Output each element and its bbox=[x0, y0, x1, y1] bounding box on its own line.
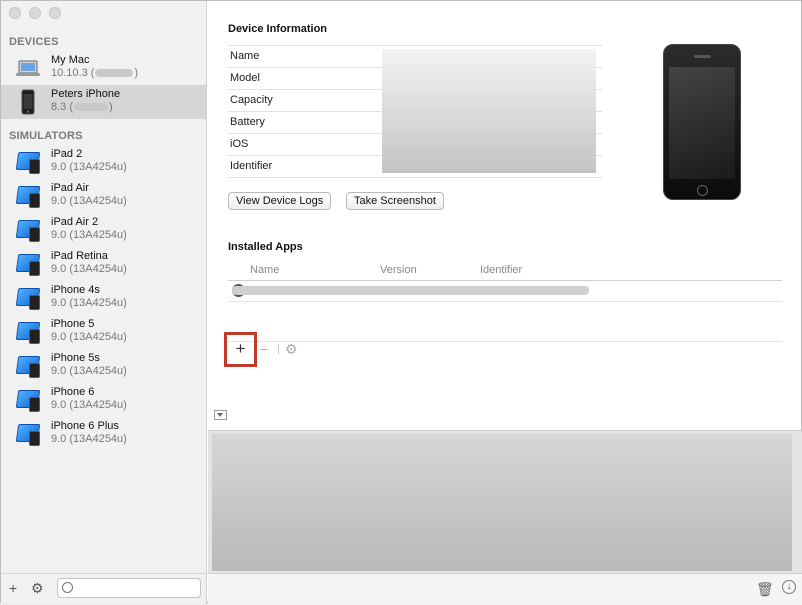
simulator-name: iPad 2 bbox=[51, 148, 83, 160]
simulator-icon bbox=[15, 149, 41, 175]
minimize-window-button[interactable] bbox=[29, 7, 41, 19]
devices-window: DEVICES My Mac 10.10.3 () Peters iPhone … bbox=[0, 0, 802, 605]
remove-app-button[interactable]: − bbox=[260, 341, 268, 357]
info-label: Battery bbox=[230, 116, 265, 128]
filter-icon bbox=[62, 582, 73, 593]
simulator-name: iPhone 4s bbox=[51, 284, 100, 296]
sidebar-item-peters-iphone[interactable]: Peters iPhone 8.3 () bbox=[1, 85, 206, 119]
redacted-info-values bbox=[382, 49, 596, 173]
simulator-icon bbox=[15, 251, 41, 277]
simulator-name: iPhone 6 Plus bbox=[51, 420, 119, 432]
sidebar-footer: + ⚙ bbox=[1, 573, 206, 604]
sidebar-item-simulator[interactable]: iPad 2 9.0 (13A4254u) bbox=[1, 145, 206, 179]
sidebar: DEVICES My Mac 10.10.3 () Peters iPhone … bbox=[1, 1, 207, 604]
simulator-icon bbox=[15, 319, 41, 345]
window-controls bbox=[9, 7, 61, 19]
column-header-version[interactable]: Version bbox=[380, 264, 417, 276]
sidebar-item-simulator[interactable]: iPhone 6 Plus 9.0 (13A4254u) bbox=[1, 417, 206, 451]
simulator-name: iPad Air bbox=[51, 182, 89, 194]
device-name: My Mac bbox=[51, 54, 90, 66]
trash-icon[interactable]: 🗑 bbox=[756, 581, 774, 598]
sidebar-item-simulator[interactable]: iPhone 4s 9.0 (13A4254u) bbox=[1, 281, 206, 315]
info-label: Capacity bbox=[230, 94, 273, 106]
sidebar-item-simulator[interactable]: iPad Retina 9.0 (13A4254u) bbox=[1, 247, 206, 281]
simulator-version: 9.0 (13A4254u) bbox=[51, 195, 127, 207]
filter-input[interactable] bbox=[57, 578, 201, 598]
info-label: iOS bbox=[230, 138, 249, 150]
simulator-version: 9.0 (13A4254u) bbox=[51, 263, 127, 275]
sidebar-item-simulator[interactable]: iPad Air 9.0 (13A4254u) bbox=[1, 179, 206, 213]
device-version: 8.3 () bbox=[51, 101, 113, 113]
plus-icon: + bbox=[235, 339, 246, 358]
simulator-icon bbox=[15, 217, 41, 243]
simulator-version: 9.0 (13A4254u) bbox=[51, 229, 127, 241]
simulator-version: 9.0 (13A4254u) bbox=[51, 331, 127, 343]
sidebar-item-simulator[interactable]: iPhone 6 9.0 (13A4254u) bbox=[1, 383, 206, 417]
add-device-button[interactable]: + bbox=[9, 580, 17, 596]
info-label: Identifier bbox=[230, 160, 273, 172]
sidebar-item-simulator[interactable]: iPad Air 2 9.0 (13A4254u) bbox=[1, 213, 206, 247]
sidebar-item-my-mac[interactable]: My Mac 10.10.3 () bbox=[1, 51, 206, 85]
simulator-version: 9.0 (13A4254u) bbox=[51, 365, 127, 377]
simulator-name: iPhone 5s bbox=[51, 352, 100, 364]
toggle-console-button[interactable] bbox=[214, 410, 227, 420]
devices-section-title: DEVICES bbox=[9, 36, 59, 48]
close-window-button[interactable] bbox=[9, 7, 21, 19]
sidebar-item-simulator[interactable]: iPhone 5s 9.0 (13A4254u) bbox=[1, 349, 206, 383]
device-version: 10.10.3 () bbox=[51, 67, 139, 79]
installed-apps-title: Installed Apps bbox=[228, 241, 303, 253]
iphone-icon bbox=[15, 89, 41, 115]
simulator-name: iPhone 5 bbox=[51, 318, 95, 330]
info-label: Model bbox=[230, 72, 260, 84]
simulator-version: 9.0 (13A4254u) bbox=[51, 161, 127, 173]
take-screenshot-button[interactable]: Take Screenshot bbox=[346, 192, 444, 210]
device-information-title: Device Information bbox=[228, 23, 328, 35]
redacted-app-row[interactable] bbox=[232, 286, 589, 295]
download-icon[interactable]: ↓ bbox=[782, 580, 796, 594]
simulator-version: 9.0 (13A4254u) bbox=[51, 433, 127, 445]
simulator-version: 9.0 (13A4254u) bbox=[51, 399, 127, 411]
device-console bbox=[208, 430, 802, 573]
zoom-window-button[interactable] bbox=[49, 7, 61, 19]
device-name: Peters iPhone bbox=[51, 88, 121, 100]
iphone-image bbox=[663, 44, 741, 200]
simulator-name: iPad Air 2 bbox=[51, 216, 99, 228]
gear-icon[interactable]: ⚙ bbox=[31, 580, 44, 596]
device-detail-pane: Device Information Name Model Capacity B… bbox=[208, 1, 802, 605]
simulator-icon bbox=[15, 421, 41, 447]
console-toolbar: 🗑 ↓ bbox=[208, 573, 802, 605]
simulator-icon bbox=[15, 387, 41, 413]
simulator-icon bbox=[15, 353, 41, 379]
laptop-icon bbox=[15, 55, 41, 81]
simulators-section-title: SIMULATORS bbox=[9, 130, 83, 142]
sidebar-item-simulator[interactable]: iPhone 5 9.0 (13A4254u) bbox=[1, 315, 206, 349]
column-header-identifier[interactable]: Identifier bbox=[480, 264, 522, 276]
simulator-icon bbox=[15, 285, 41, 311]
simulator-icon bbox=[15, 183, 41, 209]
gear-icon[interactable]: ⚙ bbox=[285, 341, 298, 357]
simulator-name: iPad Retina bbox=[51, 250, 108, 262]
add-app-button[interactable]: + bbox=[224, 332, 257, 367]
redacted-console-output bbox=[212, 434, 792, 571]
column-header-name[interactable]: Name bbox=[250, 264, 279, 276]
simulator-name: iPhone 6 bbox=[51, 386, 95, 398]
info-label: Name bbox=[230, 50, 260, 62]
view-device-logs-button[interactable]: View Device Logs bbox=[228, 192, 332, 210]
simulator-version: 9.0 (13A4254u) bbox=[51, 297, 127, 309]
